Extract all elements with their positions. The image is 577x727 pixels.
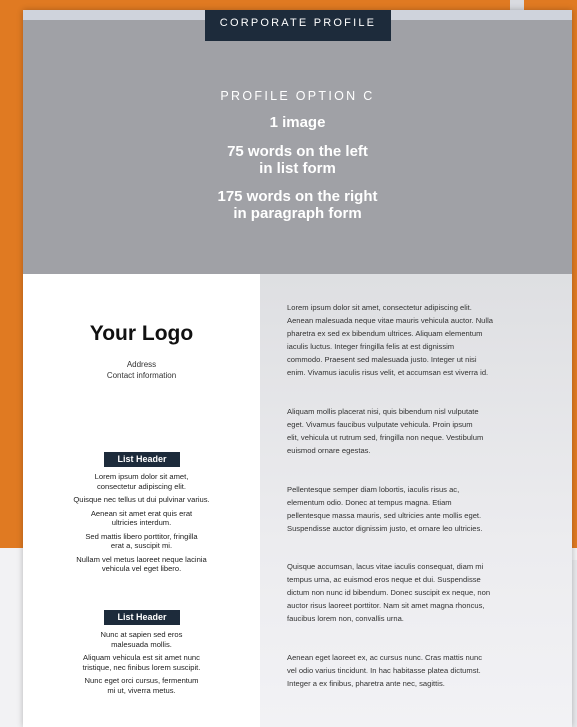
profile-option-label: PROFILE OPTION C — [220, 89, 375, 103]
list-item: Quisque nec tellus ut dui pulvinar variu… — [73, 495, 210, 504]
hero-line-text: 75 words on the left in list form — [227, 143, 368, 177]
list-item: Aenean sit amet erat quis erat ultricies… — [90, 508, 193, 528]
hero-line-text: 1 image — [269, 114, 326, 131]
list-item: Nunc at sapien sed eros malesuada mollis… — [100, 630, 183, 649]
list-header: List Header — [104, 452, 180, 467]
address-line: Address — [126, 360, 157, 369]
hero-line-left-words: 75 words on the left in list form — [23, 143, 572, 177]
body-paragraph: Lorem ipsum dolor sit amet, consectetur … — [287, 303, 494, 377]
body-paragraph: Aenean eget laoreet ex, ac cursus nunc. … — [287, 653, 483, 688]
body-paragraph: Pellentesque semper diam lobortis, iacul… — [287, 485, 483, 533]
list-item: Nunc eget orci cursus, fermentum mi ut, … — [84, 676, 199, 695]
list-item: Sed mattis libero porttitor, fringilla e… — [85, 531, 198, 551]
list-item: Lorem ipsum dolor sit amet, consectetur … — [94, 472, 189, 491]
left-column: Your Logo Address Contact information Li… — [23, 274, 260, 727]
list-item: Nullam vel metus laoreet neque lacinia v… — [76, 554, 207, 574]
body-paragraph: Aliquam mollis placerat nisi, quis biben… — [287, 407, 484, 455]
profile-page: CORPORATE PROFILE PROFILE OPTION C 1 ima… — [23, 10, 572, 727]
list-1: Lorem ipsum dolor sit amet, consectetur … — [23, 472, 260, 578]
body-paragraph: Quisque accumsan, lacus vitae iaculis co… — [287, 562, 491, 623]
hero-line-text: 175 words on the right in paragraph form — [217, 188, 378, 222]
corporate-profile-tab: CORPORATE PROFILE — [205, 10, 391, 41]
list-item: Aliquam vehicula est sit amet nunc trist… — [82, 653, 201, 672]
address-block: Address Contact information — [23, 359, 260, 381]
right-column: Lorem ipsum dolor sit amet, consectetur … — [260, 274, 572, 727]
hero-line-image-count: 1 image — [23, 114, 572, 131]
logo-placeholder: Your Logo — [89, 322, 194, 345]
hero-banner: CORPORATE PROFILE PROFILE OPTION C 1 ima… — [23, 10, 572, 274]
hero-line-right-words: 175 words on the right in paragraph form — [23, 188, 572, 222]
list-2: Nunc at sapien sed eros malesuada mollis… — [23, 630, 260, 699]
list-header: List Header — [104, 610, 180, 625]
contact-line: Contact information — [106, 371, 177, 380]
